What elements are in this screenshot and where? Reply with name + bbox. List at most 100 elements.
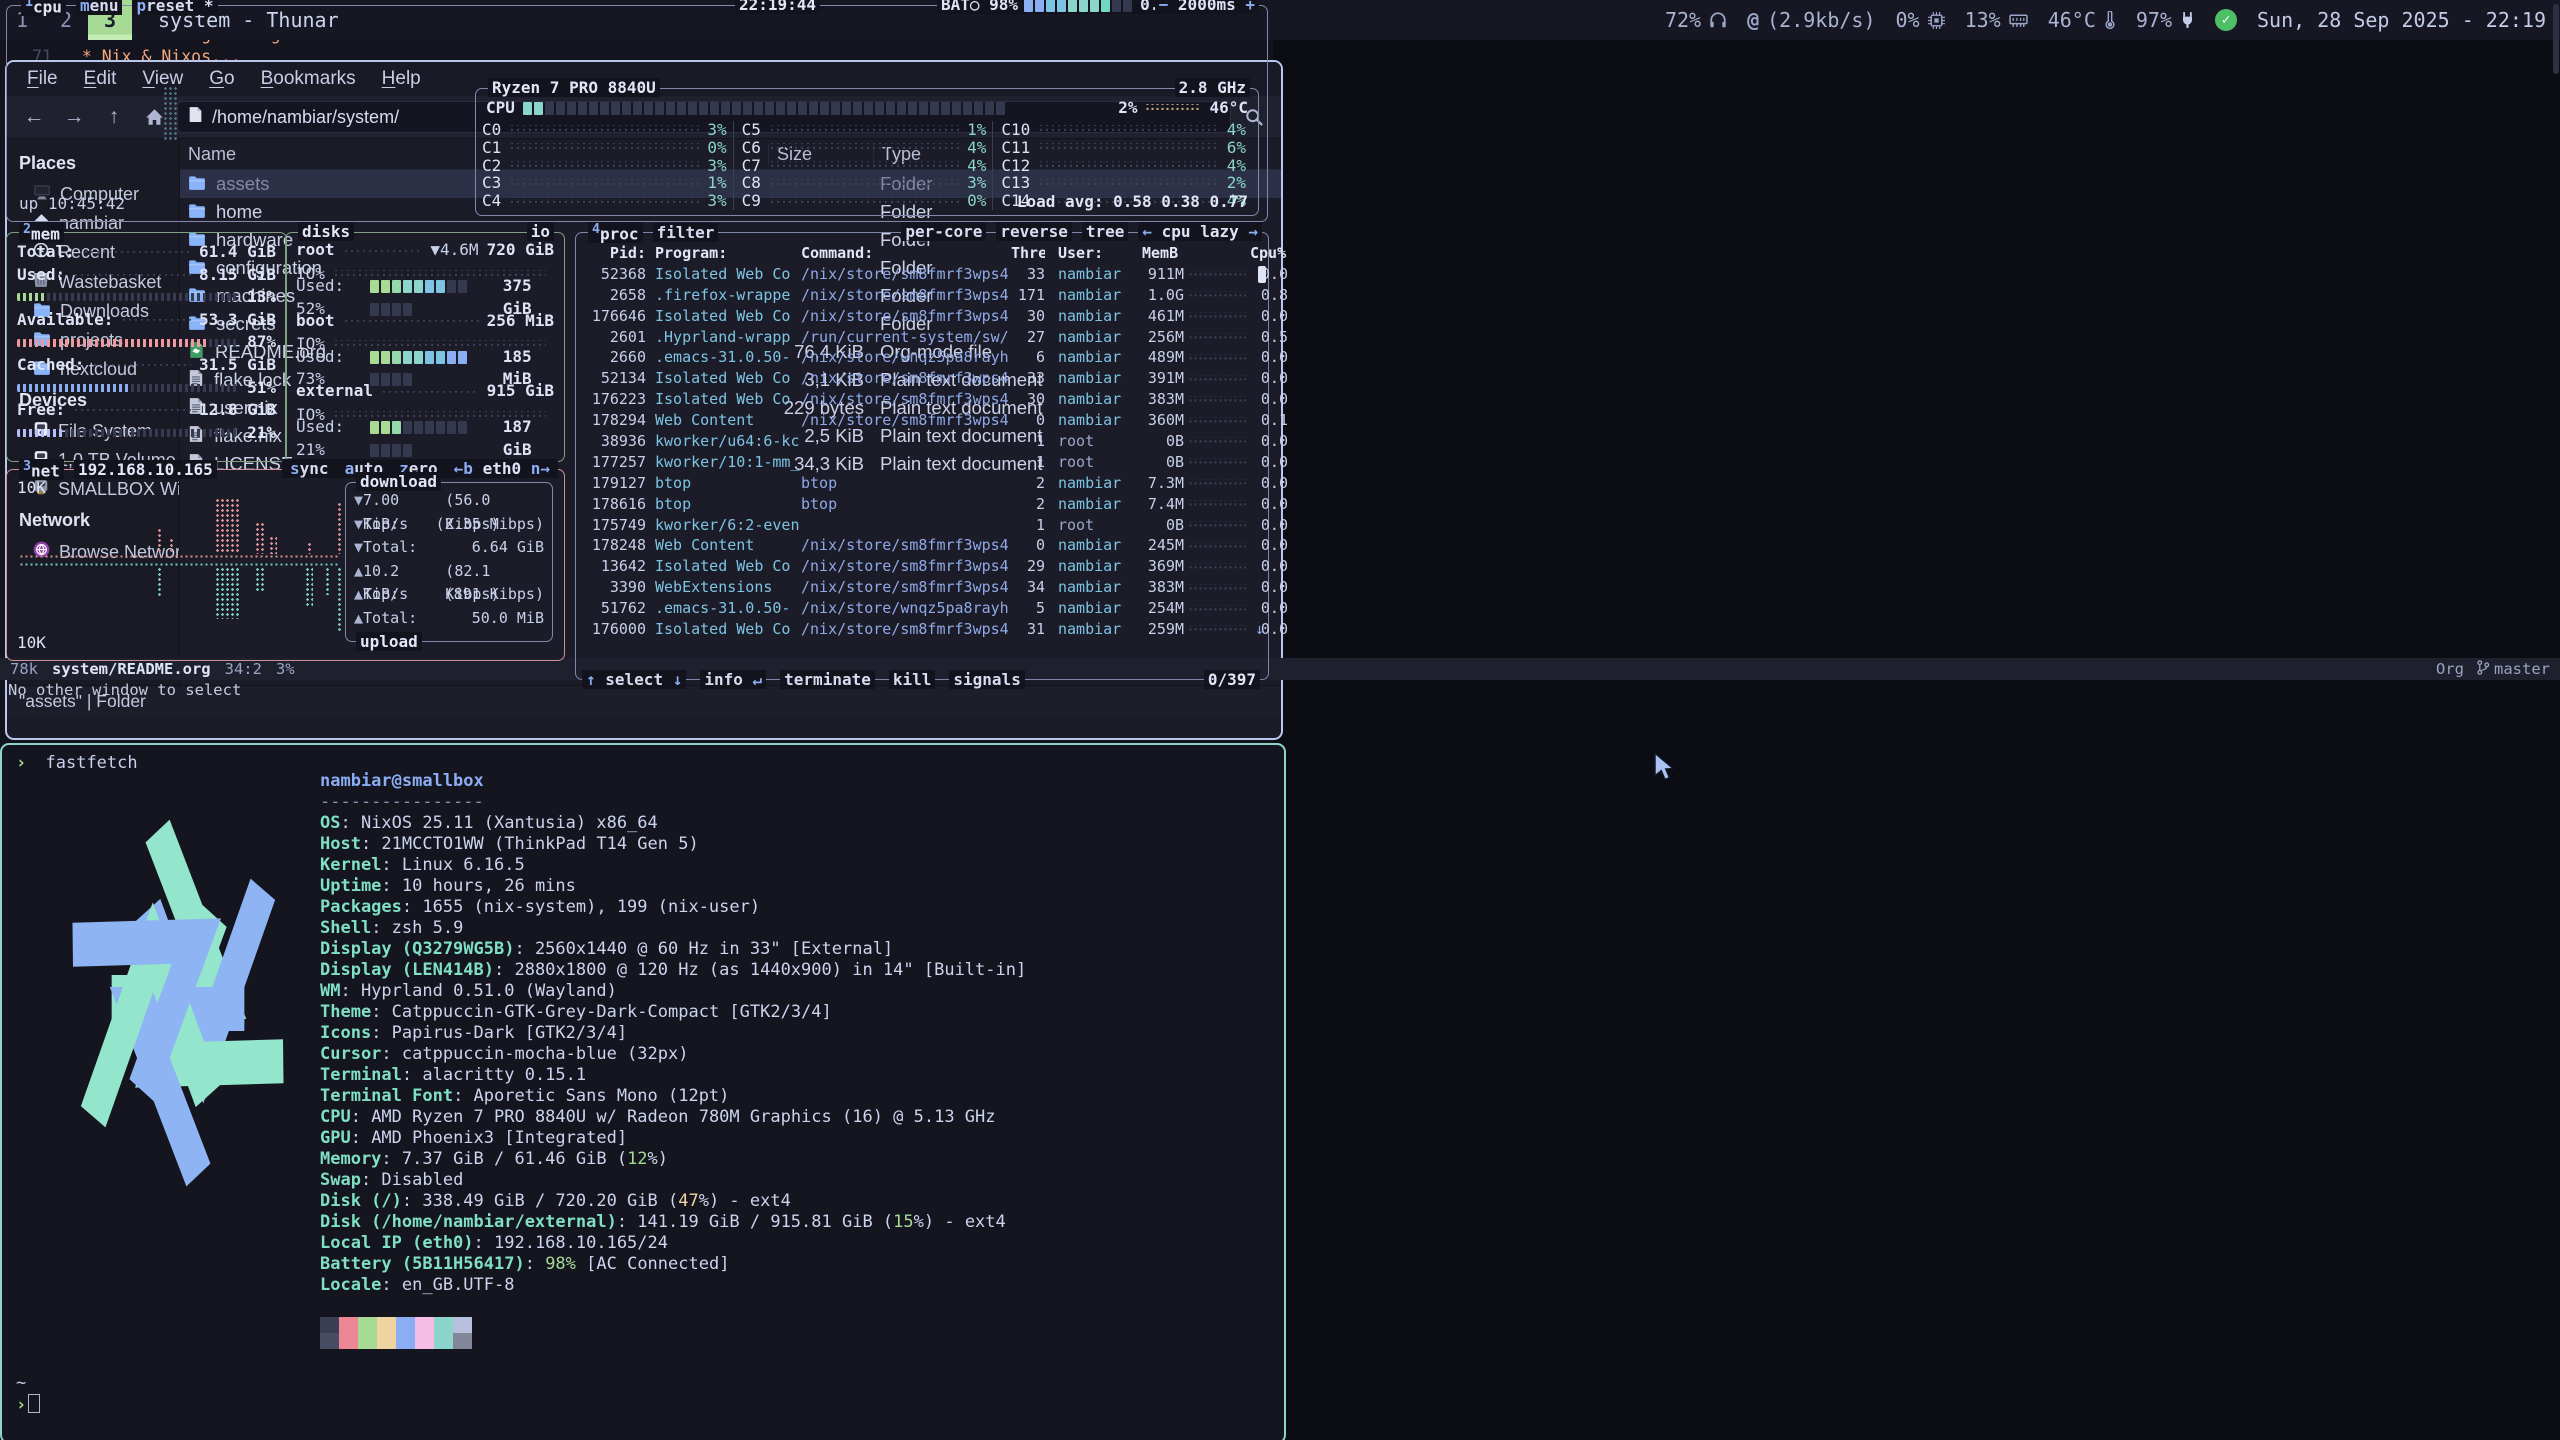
meter-block — [952, 102, 961, 115]
palette-swatch — [377, 1317, 396, 1333]
proc-row[interactable]: 38936kworker/u64:6-kc1root0B0.0 — [584, 431, 1260, 452]
net-interface[interactable]: ←b eth0 n→ — [450, 459, 554, 478]
bar-module-thermometer[interactable]: 46°C — [2048, 8, 2116, 32]
fastfetch-line: Memory: 7.37 GiB / 61.46 GiB (12%) — [320, 1149, 1026, 1170]
meter-block — [370, 303, 379, 316]
fastfetch-line: Kernel: Linux 6.16.5 — [320, 855, 1026, 876]
cpu-meter — [523, 97, 1110, 119]
proc-column-header[interactable]: Cpu% ↑ — [1250, 243, 1288, 264]
core-row: C03% — [482, 121, 727, 139]
bar-module-memory[interactable]: 13% — [1965, 8, 2028, 32]
meter-block — [381, 303, 390, 316]
proc-column-header[interactable]: Command: — [801, 243, 1011, 264]
bar-module-plug[interactable]: 97% — [2136, 8, 2195, 32]
bar-module-value: 13% — [1965, 8, 2001, 32]
proc-mem: 0B — [1134, 452, 1184, 473]
proc-scrollbar-thumb[interactable] — [1258, 266, 1266, 283]
proc-row[interactable]: 176223Isolated Web Co/nix/store/sm8fmrf3… — [584, 389, 1260, 410]
proc-user: nambiar — [1054, 264, 1134, 285]
proc-row[interactable]: 2658.firefox-wrappe/nix/store/sm8fmrf3wp… — [584, 285, 1260, 306]
mem-row: Cached:31.5 GiB — [17, 354, 276, 377]
net-button-sync[interactable]: sync — [286, 459, 333, 478]
proc-footer-terminate[interactable]: terminate — [780, 670, 875, 689]
proc-footer-select[interactable]: ↑ select ↓ — [582, 670, 686, 689]
cpu-button-preset[interactable]: preset * — [132, 0, 217, 15]
core-name: C5 — [742, 121, 761, 139]
proc-cpu: 0.5 — [1250, 327, 1288, 348]
proc-threads: 33 — [1011, 264, 1045, 285]
palette-swatch — [415, 1333, 434, 1349]
proc-column-header[interactable]: User: — [1054, 243, 1134, 264]
bar-module-headphones[interactable]: 72% — [1665, 8, 1727, 32]
proc-column-header[interactable]: Pid: — [584, 243, 646, 264]
meter-block — [622, 102, 631, 115]
proc-command: /run/current-system/sw/ — [801, 327, 1011, 348]
mem-content: Total:61.4 GiBUsed:8.15 GiB13%Available:… — [7, 233, 286, 444]
btop-mem-box: 2memTotal:61.4 GiBUsed:8.15 GiB13%Availa… — [6, 232, 287, 462]
net-stat-label: Top: — [363, 583, 399, 607]
proc-row[interactable]: 178294Web Content/nix/store/sm8fmrf3wps4… — [584, 410, 1260, 431]
core-graph — [769, 161, 959, 170]
proc-row[interactable]: 178248Web Content/nix/store/sm8fmrf3wps4… — [584, 535, 1260, 556]
mem-meter — [17, 384, 237, 392]
proc-column-header[interactable]: MemB — [1134, 243, 1250, 264]
modeline: 78k system/README.org 34:2 3% Org master — [0, 658, 2560, 680]
proc-column-header[interactable]: Threads: — [1011, 243, 1045, 264]
proc-row[interactable]: 52368Isolated Web Co/nix/store/sm8fmrf3w… — [584, 264, 1260, 285]
fastfetch-info: nambiar@smallbox----------------OS: NixO… — [320, 771, 1026, 1349]
bar-module-at[interactable]: @(2.9kb/s) — [1747, 8, 1875, 32]
proc-row[interactable]: 177257kworker/10:1-mm_1root0B0.0 — [584, 452, 1260, 473]
fastfetch-key: GPU — [320, 1128, 351, 1148]
proc-footer-signals[interactable]: signals — [949, 670, 1024, 689]
proc-button-reverse[interactable]: reverse — [996, 222, 1071, 241]
proc-button-tree[interactable]: tree — [1082, 222, 1129, 241]
proc-row[interactable]: 51762.emacs-31.0.50-/nix/store/wnqz5pa8r… — [584, 598, 1260, 619]
proc-user: nambiar — [1054, 389, 1134, 410]
disk-used-label: Used: 21% — [296, 416, 362, 461]
core-graph — [509, 125, 699, 134]
proc-row[interactable]: 176000Isolated Web Co/nix/store/sm8fmrf3… — [584, 619, 1260, 640]
core-graph — [769, 197, 959, 206]
proc-row[interactable]: 2601.Hyprland-wrapp/run/current-system/s… — [584, 327, 1260, 348]
proc-row[interactable]: 178616btopbtop2nambiar7.4M0.0 — [584, 494, 1260, 515]
proc-row[interactable]: 52134Isolated Web Co/nix/store/sm8fmrf3w… — [584, 368, 1260, 389]
proc-filter-button[interactable]: filter — [653, 223, 719, 242]
proc-row[interactable]: 3390WebExtensions/nix/store/sm8fmrf3wps4… — [584, 577, 1260, 598]
meter-block — [688, 102, 697, 115]
proc-row[interactable]: 175749kworker/6:2-even1root0B0.0 — [584, 515, 1260, 536]
proc-column-header[interactable]: Program: — [655, 243, 801, 264]
meter-block — [578, 102, 587, 115]
proc-row[interactable]: 179127btopbtop2nambiar7.3M0.0 — [584, 473, 1260, 494]
fastfetch-line: GPU: AMD Phoenix3 [Integrated] — [320, 1128, 1026, 1149]
proc-footer-kill[interactable]: kill — [889, 670, 936, 689]
fastfetch-value: : alacritty 0.15.1 — [402, 1065, 586, 1085]
proc-pid: 179127 — [584, 473, 646, 494]
proc-cpu: 0.0 — [1250, 577, 1288, 598]
terminal-window: › fastfetch nambiar@smallbox------------… — [0, 743, 1286, 1440]
mem-fill — [73, 274, 191, 276]
fastfetch-value: : AMD Phoenix3 [Integrated] — [351, 1128, 627, 1148]
terminal-cursor — [28, 1394, 40, 1413]
core-row: C104% — [1001, 121, 1246, 139]
scrollbar[interactable] — [2553, 4, 2559, 74]
proc-cpu-graph — [1188, 563, 1246, 571]
bar-module-chip[interactable]: 0% — [1896, 8, 1945, 32]
proc-sort[interactable]: ← cpu lazy → — [1138, 222, 1262, 241]
fastfetch-title: nambiar@smallbox — [320, 771, 1026, 792]
proc-row[interactable]: 13642Isolated Web Co/nix/store/sm8fmrf3w… — [584, 556, 1260, 577]
major-mode: Org — [2436, 660, 2464, 678]
proc-row[interactable]: 176646Isolated Web Co/nix/store/sm8fmrf3… — [584, 306, 1260, 327]
proc-pid: 52368 — [584, 264, 646, 285]
palette-swatch — [358, 1333, 377, 1349]
proc-command — [801, 452, 1011, 473]
cpu-box-label: 1cpu — [21, 0, 66, 16]
core-graph — [769, 125, 959, 134]
net-stats: ▼ 7.00 KiB/s(56.0 Kibps)▼ Top:(2.35 Mibp… — [346, 483, 552, 630]
meter-block — [1123, 0, 1132, 12]
proc-program: kworker/u64:6-kc — [655, 431, 801, 452]
proc-button-per-core[interactable]: per-core — [901, 222, 986, 241]
proc-footer-info[interactable]: info ↵ — [700, 670, 766, 689]
cpu-button-menu[interactable]: menu — [76, 0, 123, 15]
proc-row[interactable]: 2660.emacs-31.0.50-/nix/store/wnqz5pa8ra… — [584, 347, 1260, 368]
proc-cpu: 0.0 — [1250, 535, 1288, 556]
